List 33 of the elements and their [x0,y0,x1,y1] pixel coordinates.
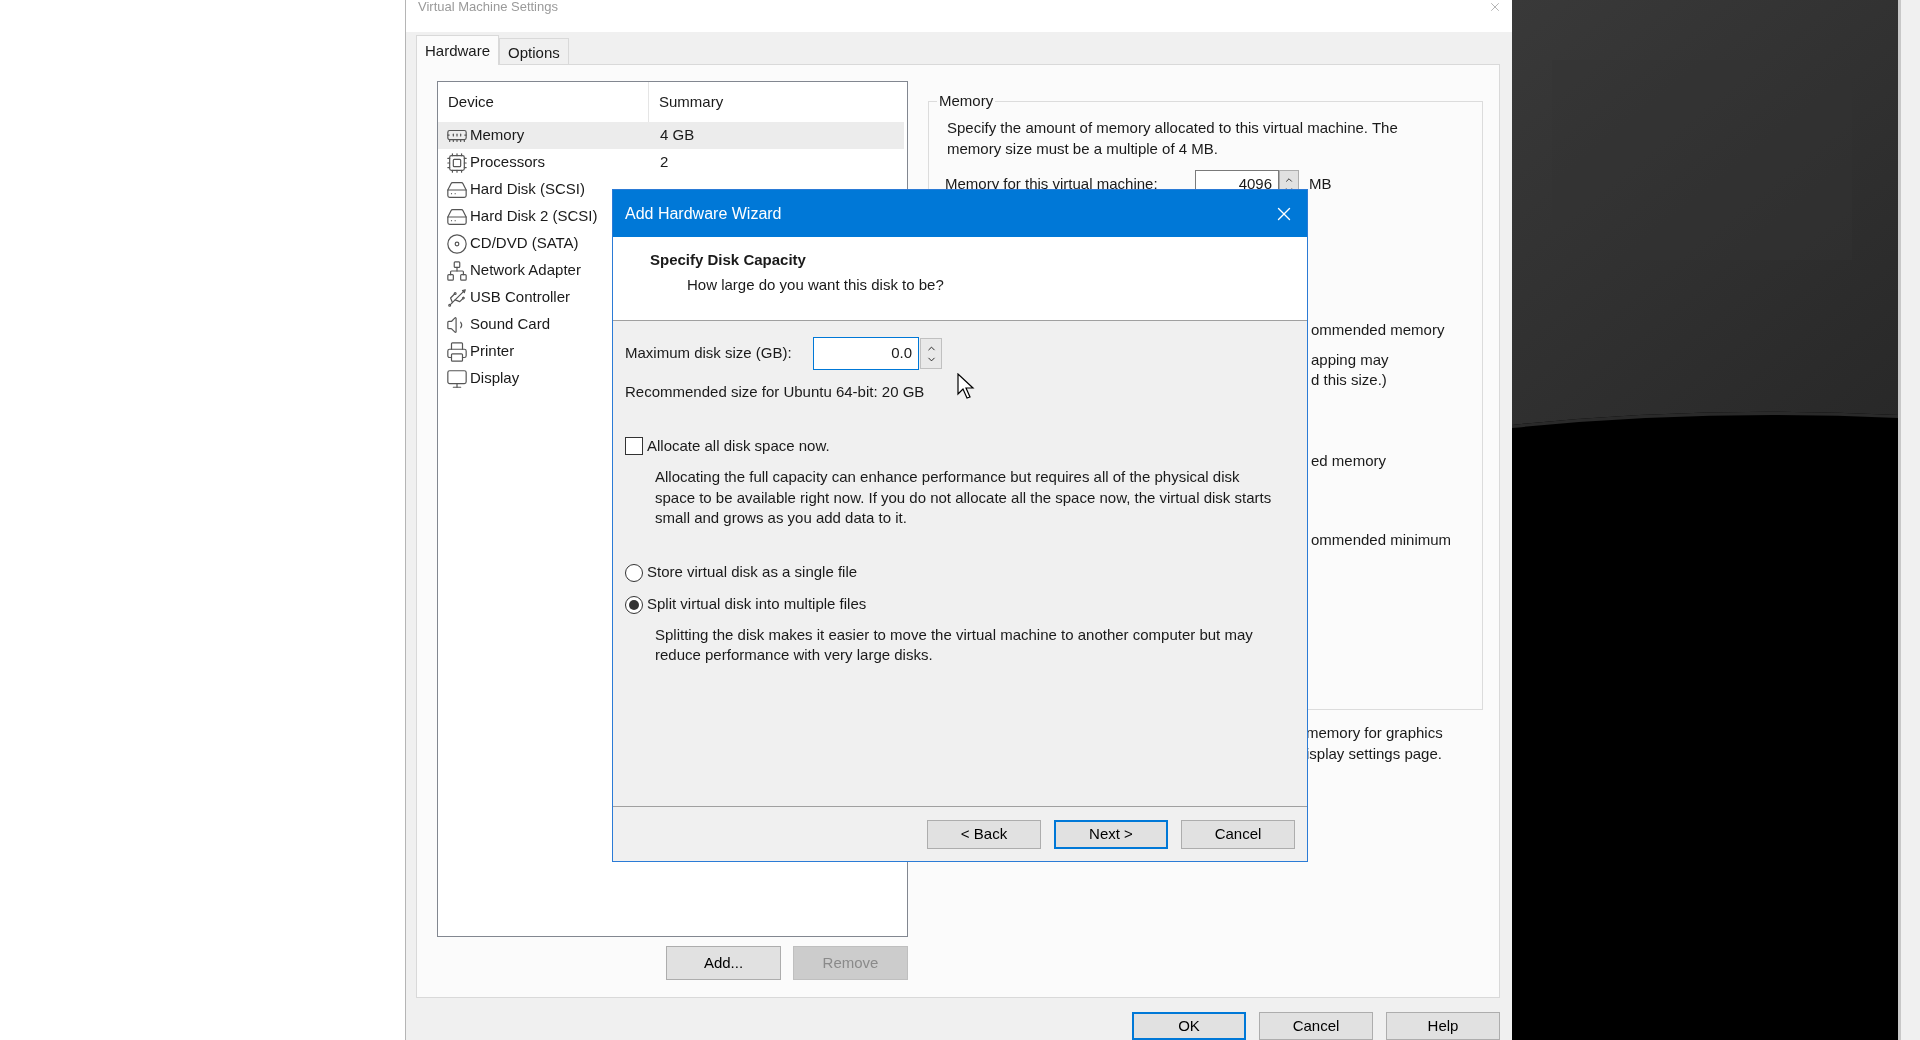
device-name: CD/DVD (SATA) [470,233,579,254]
checkbox-label: Allocate all disk space now. [647,435,830,456]
allocate-description: Allocating the full capacity can enhance performance but requires all of the physical disk space to be available right now. If you do not allocate all the space now, the virtual disk starts small and grows as you add data to it. [655,467,1273,528]
memory-hint-text: d this size.) [1311,369,1388,390]
device-name: Hard Disk (SCSI) [470,179,585,200]
device-name: Processors [470,152,546,173]
wizard-title: Add Hardware Wizard [625,203,782,224]
memory-description: Specify the amount of memory allocated to this virtual machine. The memory size must be a multiple of 4 MB. [947,117,1399,159]
memory-hint-text: ommended memory [1311,319,1446,340]
memory-hint-text: ed memory [1311,450,1388,471]
window-title: Virtual Machine Settings [418,0,558,14]
radio-label: Store virtual disk as a single file [647,562,858,583]
group-title: Memory [938,91,995,111]
device-name: Hard Disk 2 (SCSI) [470,206,598,227]
disk-size-label: Maximum disk size (GB): [625,343,793,364]
wizard-subheading: How large do you want this disk to be? [687,275,945,295]
memory-label: Memory for this virtual machine: [945,174,1159,195]
recommendation-text: Recommended size for Ubuntu 64-bit: 20 GB [625,382,925,402]
radio-label: Split virtual disk into multiple files [647,594,867,615]
device-name: Network Adapter [470,260,581,281]
device-name: Printer [470,341,515,362]
device-name: USB Controller [470,287,571,308]
device-name: Sound Card [470,314,551,335]
memory-hint-text: ommended minimum [1311,529,1453,550]
device-name: Memory [470,125,525,146]
memory-hint-text: apping may [1311,349,1390,370]
option-description: Splitting the disk makes it easier to move the virtual machine to another computer but may reduce performance with very large disks. [655,624,1254,665]
device-summary: 4 GB [659,125,695,146]
unit-label: MB [1309,174,1332,195]
device-summary: 2 [659,152,669,173]
device-name: Display [470,368,520,389]
column-header: Summary [658,91,724,112]
wizard-heading: Specify Disk Capacity [650,250,807,270]
